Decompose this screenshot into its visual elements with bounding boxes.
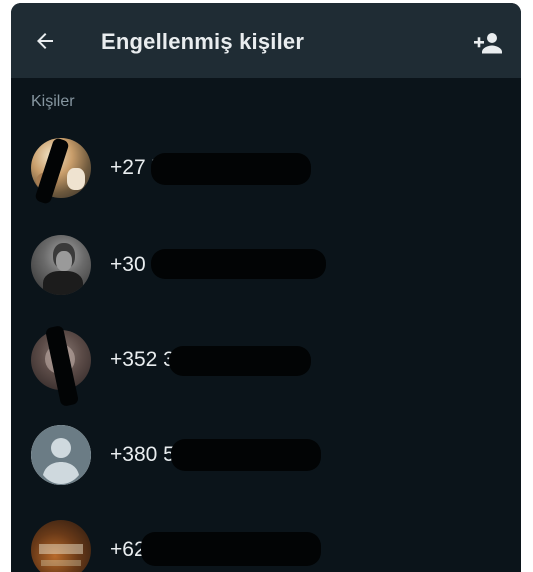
blocked-contacts-screen: Engellenmiş kişiler Kişiler +27 7 +30 6 … xyxy=(11,3,521,572)
contact-phone: +352 3 xyxy=(110,348,175,371)
blocked-contact-row[interactable]: +380 5 xyxy=(11,415,521,501)
section-label-contacts: Kişiler xyxy=(31,93,75,110)
blocked-contact-row[interactable]: +352 3 xyxy=(11,320,521,407)
blocked-contact-row[interactable]: +27 7 xyxy=(11,128,521,214)
contact-avatar xyxy=(31,235,91,295)
contact-avatar xyxy=(31,520,91,572)
blocked-contact-row[interactable]: +62 xyxy=(11,510,521,572)
redaction-mark xyxy=(151,153,311,185)
back-button[interactable] xyxy=(31,27,59,55)
app-bar: Engellenmiş kişiler xyxy=(11,3,521,78)
blocked-contact-row[interactable]: +30 6 xyxy=(11,225,521,311)
contact-phone: +380 5 xyxy=(110,443,175,466)
default-person-icon xyxy=(31,425,91,485)
person-add-icon xyxy=(474,33,502,54)
add-blocked-contact-button[interactable] xyxy=(472,29,504,57)
redaction-mark xyxy=(141,532,321,566)
contact-avatar xyxy=(31,425,91,485)
arrow-left-icon xyxy=(37,33,53,49)
redaction-mark xyxy=(169,346,311,376)
redaction-mark xyxy=(151,249,326,279)
redaction-mark xyxy=(171,439,321,471)
page-title: Engellenmiş kişiler xyxy=(101,29,305,54)
